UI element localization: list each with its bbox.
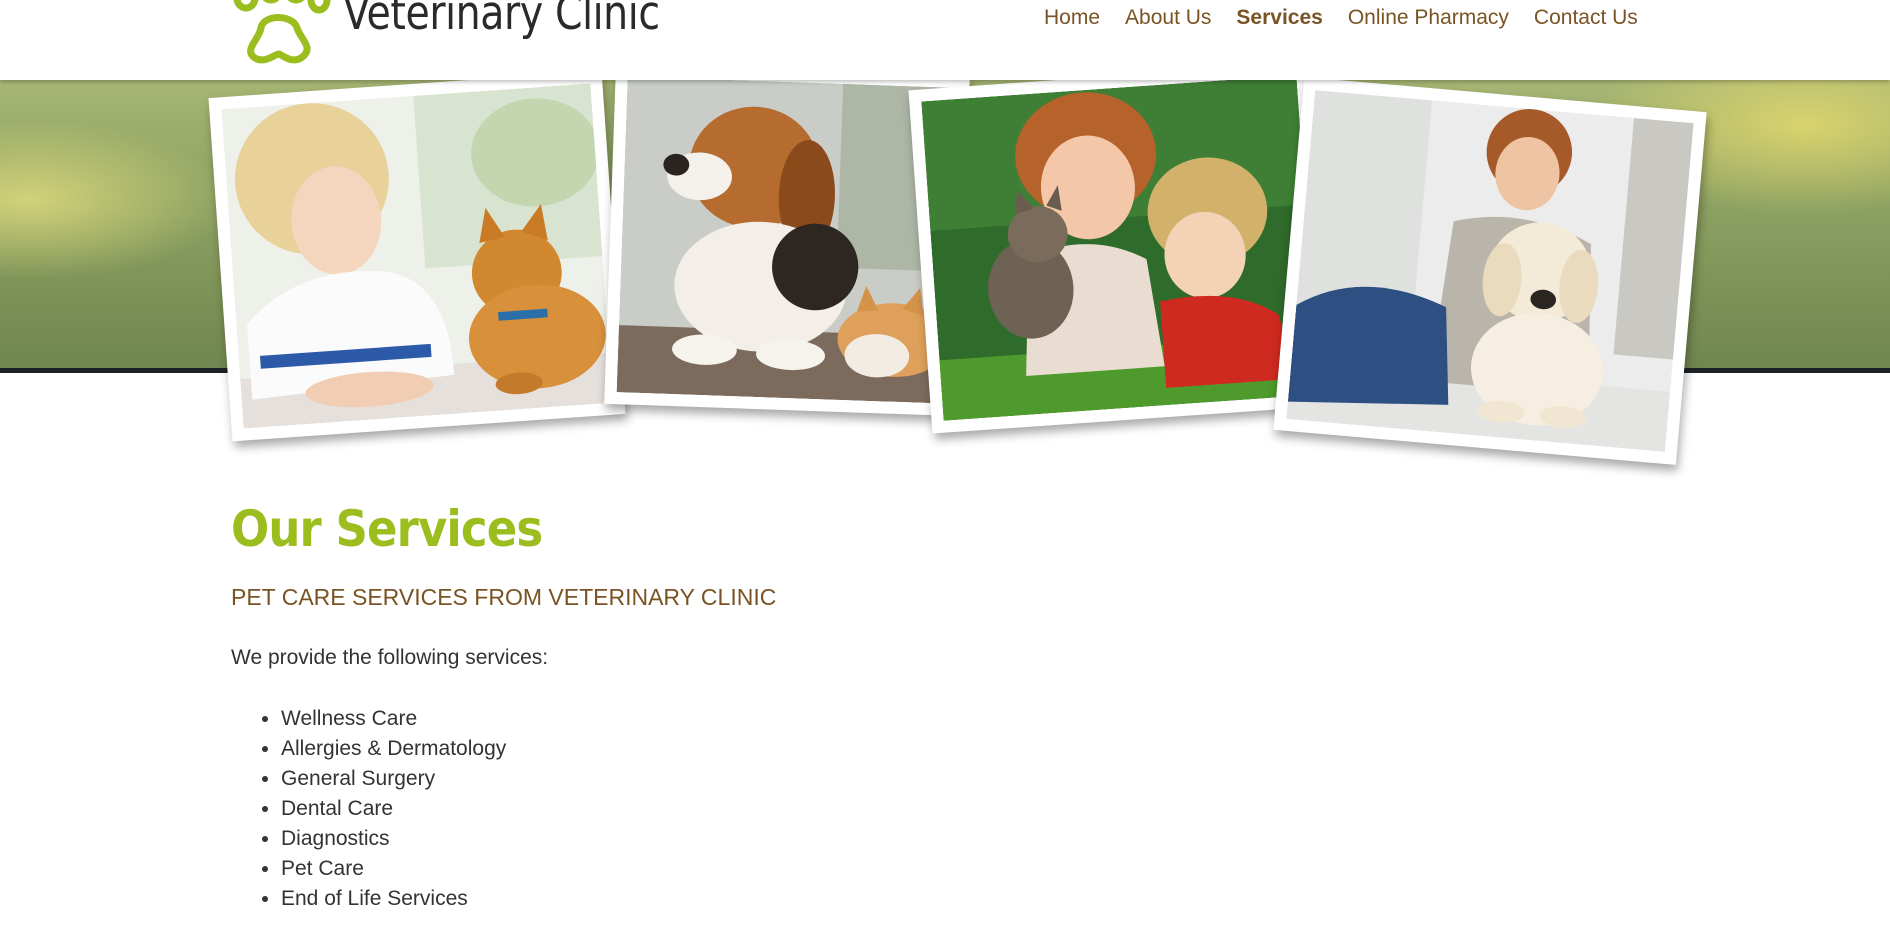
- woman-child-kitten-photo: [921, 75, 1319, 421]
- man-with-golden-retriever-photo: [1286, 90, 1694, 452]
- list-item: End of Life Services: [281, 884, 506, 914]
- paw-logo-icon: [233, 0, 331, 64]
- list-item: Allergies & Dermatology: [281, 734, 506, 764]
- child-with-cat-photo: [221, 83, 613, 429]
- logo-text: Veterinary Clinic: [343, 0, 660, 41]
- photo-frame: [208, 70, 626, 442]
- list-item: General Surgery: [281, 764, 506, 794]
- list-item: Diagnostics: [281, 824, 506, 854]
- services-intro: We provide the following services:: [231, 646, 549, 669]
- photo-frame: [1273, 77, 1707, 465]
- main-nav: Home About Us Services Online Pharmacy C…: [1044, 5, 1638, 31]
- logo[interactable]: Veterinary Clinic: [231, 0, 660, 68]
- services-list: Wellness Care Allergies & Dermatology Ge…: [231, 704, 506, 914]
- beagle-and-cat-photo: [616, 76, 958, 404]
- list-item: Pet Care: [281, 854, 506, 884]
- nav-services[interactable]: Services: [1236, 5, 1322, 31]
- photo-frame: [908, 62, 1332, 434]
- page-title: Our Services: [231, 500, 543, 558]
- list-item: Dental Care: [281, 794, 506, 824]
- nav-about-us[interactable]: About Us: [1125, 5, 1211, 31]
- site-header: Veterinary Clinic Home About Us Services…: [0, 0, 1890, 80]
- nav-contact-us[interactable]: Contact Us: [1534, 5, 1638, 31]
- nav-online-pharmacy[interactable]: Online Pharmacy: [1348, 5, 1509, 31]
- page-subtitle: PET CARE SERVICES FROM VETERINARY CLINIC: [231, 584, 777, 610]
- nav-home[interactable]: Home: [1044, 5, 1100, 31]
- list-item: Wellness Care: [281, 704, 506, 734]
